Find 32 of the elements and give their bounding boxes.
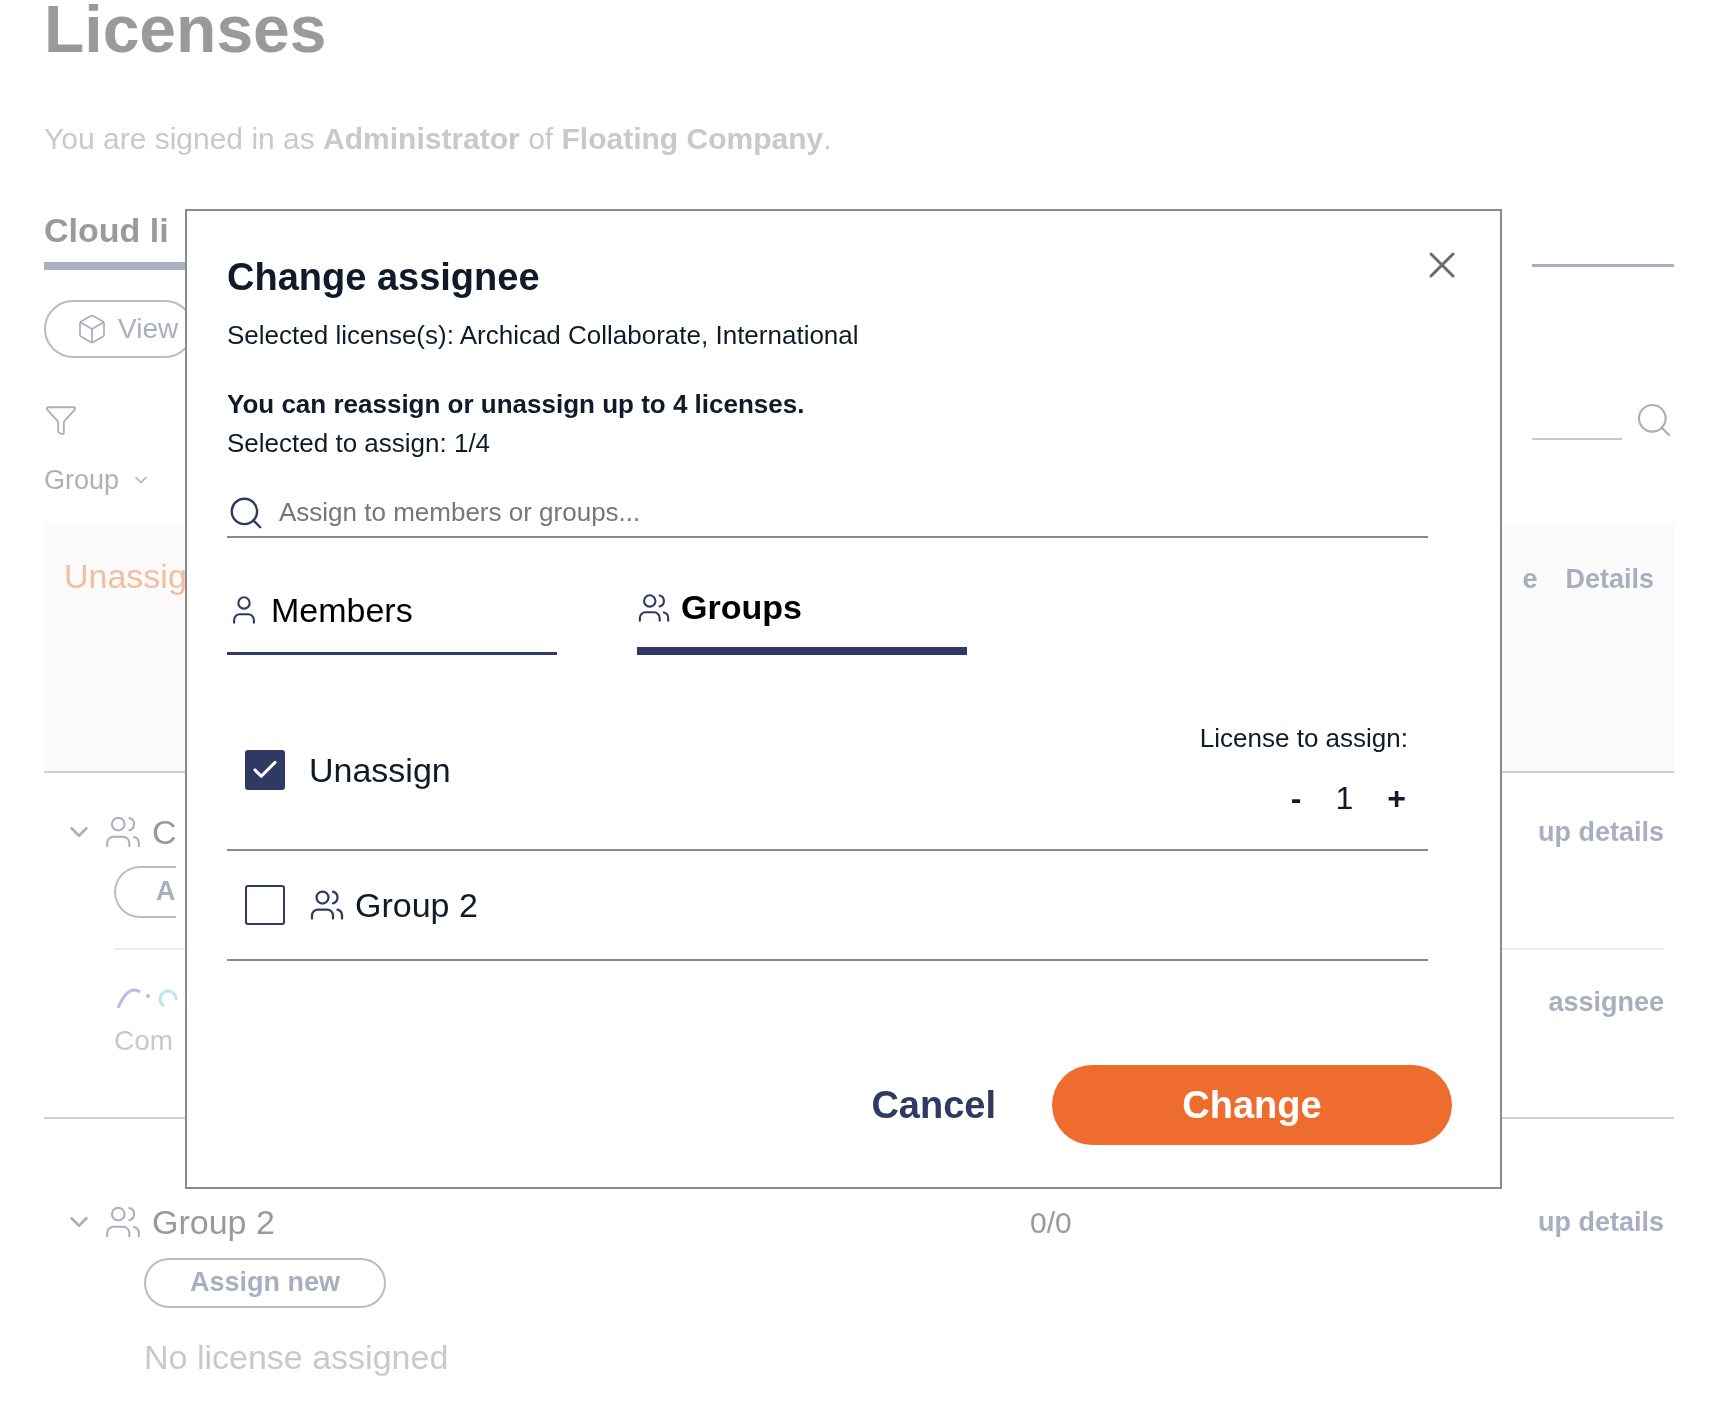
cancel-button[interactable]: Cancel [871, 1076, 996, 1134]
section-heading: Unassig [64, 555, 187, 597]
checkbox[interactable] [245, 750, 285, 790]
quantity-value: 1 [1334, 778, 1355, 818]
group-name: C [152, 811, 177, 853]
option-label: Unassign [309, 749, 451, 791]
group-name: Group 2 [152, 1201, 275, 1243]
cube-icon [76, 313, 108, 345]
tab[interactable]: Groups [637, 582, 967, 655]
group-details-link[interactable]: up details [1537, 1201, 1664, 1243]
search-field[interactable]: Assign to members or groups... [279, 493, 1428, 532]
column-header: e [1522, 562, 1538, 596]
selected-count-text: Selected to assign: 1/4 [227, 427, 492, 460]
option-label: Group 2 [355, 884, 478, 926]
checkbox[interactable] [245, 885, 285, 925]
assign-button[interactable]: A [114, 865, 176, 918]
tab[interactable]: Members [227, 582, 557, 655]
dialog-title: Change assignee [227, 255, 540, 300]
page-title: Licenses [44, 0, 328, 62]
group-dropdown[interactable]: Group [44, 460, 152, 501]
change-assignee-link[interactable]: assignee [1548, 981, 1664, 1062]
column-header: Details [1565, 562, 1654, 596]
assign-new-button[interactable]: Assign new [144, 1257, 386, 1308]
group-details-link[interactable]: up details [1537, 811, 1664, 853]
limit-note: You can reassign or unassign up to 4 licenses. [227, 388, 806, 421]
selected-licenses-text: Selected license(s): Archicad Collaborate, International [227, 319, 860, 352]
filter-icon[interactable] [44, 403, 78, 437]
increment-button[interactable]: + [1387, 773, 1406, 822]
license-count: 0/0 [1030, 1204, 1072, 1241]
quantity-label: License to assign: [1199, 721, 1408, 755]
decrement-button[interactable]: - [1290, 773, 1302, 822]
change-button[interactable]: Change [1052, 1065, 1452, 1145]
